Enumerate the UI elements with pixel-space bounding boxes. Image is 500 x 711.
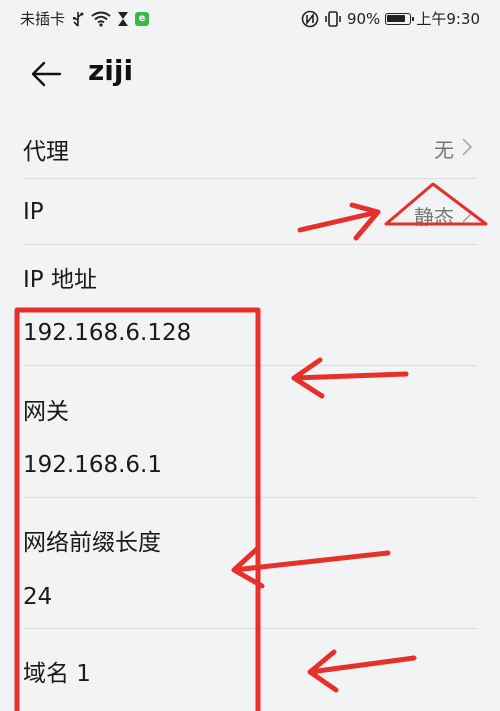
proxy-value: 无 <box>434 138 454 162</box>
page-title: ziji <box>88 54 134 87</box>
ip-mode-value-group: 静态 <box>414 201 473 230</box>
dns1-label: 域名 1 <box>23 661 91 687</box>
annotation-box <box>14 307 261 711</box>
vibrate-icon <box>324 10 342 28</box>
hourglass-icon <box>117 11 129 27</box>
clock: 上午9:30 <box>416 10 480 28</box>
status-bar-left: 未插卡 e <box>20 8 150 29</box>
gateway-label: 网关 <box>23 399 69 425</box>
status-bar-right: 90% 上午9:30 <box>301 8 480 29</box>
prefix-length-label: 网络前缀长度 <box>23 530 161 556</box>
app-notification-icon: e <box>135 11 150 26</box>
ip-address-label: IP 地址 <box>23 267 97 293</box>
battery-icon <box>385 12 415 25</box>
arrow-left-icon <box>28 61 64 96</box>
divider <box>23 365 477 366</box>
chevron-right-icon <box>462 204 473 228</box>
divider <box>23 497 477 498</box>
proxy-value-group: 无 <box>434 134 473 163</box>
ip-mode-label: IP <box>23 199 44 225</box>
ip-mode-value: 静态 <box>414 205 454 229</box>
divider <box>23 628 477 629</box>
prefix-length-input[interactable]: 24 <box>23 584 52 610</box>
status-bar: 未插卡 e 90% 上午9:30 <box>0 0 500 36</box>
battery-percent: 90% <box>346 9 381 28</box>
nfc-icon <box>301 10 319 28</box>
annotation-arrow <box>231 545 391 589</box>
divider <box>23 244 477 245</box>
annotation-arrow <box>307 649 417 693</box>
wifi-icon <box>91 11 111 27</box>
back-button[interactable] <box>28 56 68 92</box>
carrier-label: 未插卡 <box>20 10 66 28</box>
proxy-row[interactable]: 代理 无 <box>0 112 500 178</box>
gateway-input[interactable]: 192.168.6.1 <box>23 452 162 478</box>
proxy-label: 代理 <box>23 139 69 165</box>
chevron-right-icon <box>462 137 473 161</box>
app-bar: ziji <box>0 40 500 108</box>
ip-mode-row[interactable]: IP 静态 <box>0 179 500 245</box>
usb-icon <box>71 11 85 27</box>
ip-address-input[interactable]: 192.168.6.128 <box>23 320 191 346</box>
